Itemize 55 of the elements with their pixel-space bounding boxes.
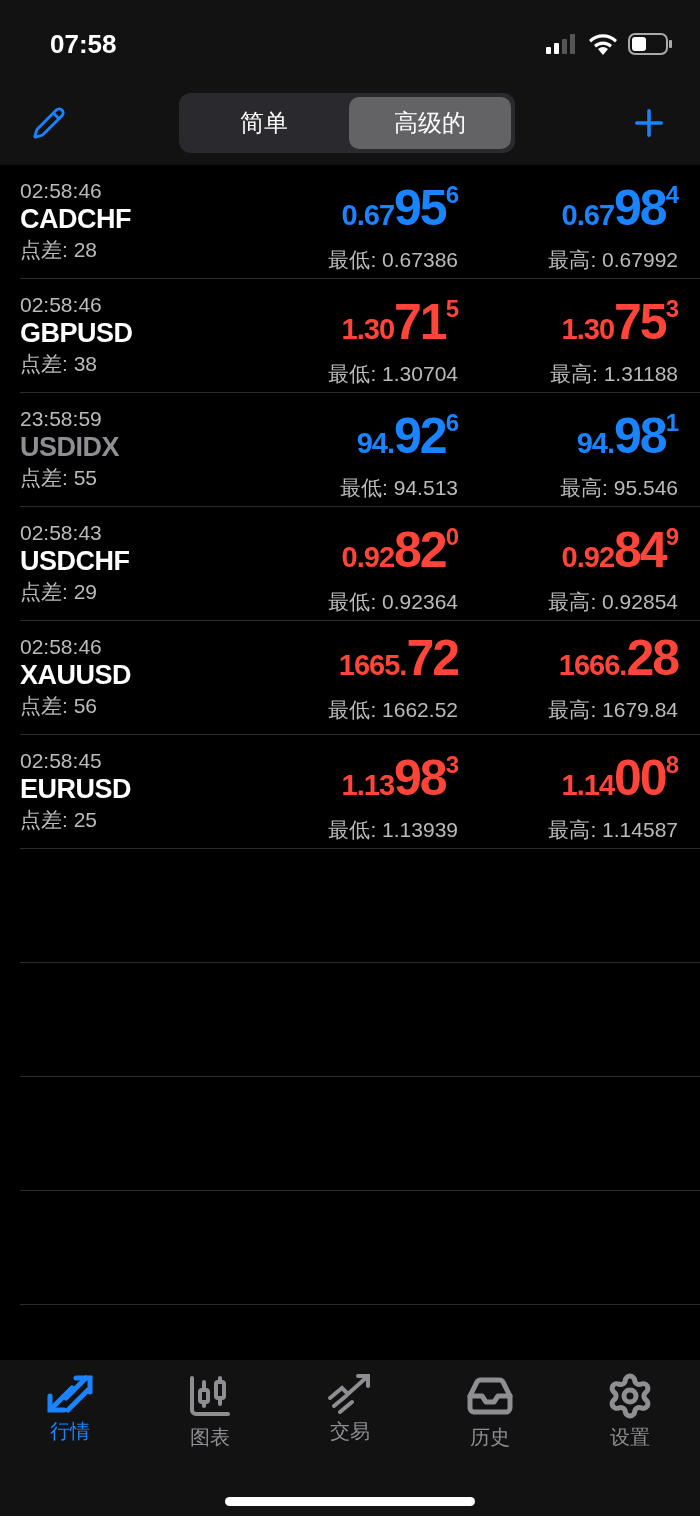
arrows-icon (46, 1372, 94, 1414)
low-price: 最低: 0.92364 (328, 589, 458, 615)
symbol-name[interactable]: CADCHF (20, 204, 238, 235)
edit-icon[interactable] (32, 105, 66, 140)
battery-icon (628, 33, 672, 55)
wifi-icon (588, 33, 618, 55)
low-price: 最低: 0.67386 (328, 247, 458, 273)
tab-bar-item[interactable]: 历史 (420, 1372, 560, 1451)
tab-bar-item[interactable]: 设置 (560, 1372, 700, 1451)
spread-text: 点差: 38 (20, 351, 99, 377)
low-price: 最低: 1662.52 (328, 696, 458, 723)
bid-price: 1.1398$^{3}$ (341, 749, 458, 808)
bid-price: 0.6795$^{6}$ (341, 179, 458, 238)
quote-time: 02:58:45 (20, 749, 103, 773)
ask-price: 1.1400$^{8}$ (561, 749, 678, 808)
tab-bar-item[interactable]: 交易 (280, 1372, 420, 1451)
quote-time: 02:58:43 (20, 521, 103, 545)
spread-text: 点差: 55 (20, 465, 99, 491)
symbol-name[interactable]: GBPUSD (20, 318, 238, 349)
bid-price: 1665.72 (338, 631, 458, 688)
quote-time: 23:58:59 (20, 407, 103, 431)
low-price: 最低: 1.13939 (328, 817, 458, 843)
spread-text: 点差: 29 (20, 579, 99, 605)
ask-price: 94.98$^{1}$ (576, 407, 678, 466)
ask-price: 0.6798$^{4}$ (561, 179, 678, 238)
bid-price: 94.92$^{6}$ (356, 407, 458, 466)
low-price: 最低: 94.513 (340, 475, 458, 501)
segment-tab[interactable]: 简单 (183, 96, 345, 149)
symbol-name[interactable]: USDCHF (20, 546, 238, 577)
tab-bar-item[interactable]: 图表 (140, 1372, 280, 1451)
high-price: 最高: 95.546 (560, 475, 678, 501)
bid-price: 0.9282$^{0}$ (341, 521, 458, 580)
spread-text: 点差: 28 (20, 237, 99, 263)
high-price: 最高: 1679.84 (548, 696, 678, 723)
symbol-name[interactable]: EURUSD (20, 774, 238, 805)
high-price: 最高: 1.31188 (549, 361, 678, 387)
low-price: 最低: 1.30704 (328, 361, 458, 387)
symbol-name[interactable]: USDIDX (20, 432, 238, 463)
status-time: 07:58 (50, 28, 117, 60)
spread-text: 点差: 56 (20, 693, 99, 719)
tab-bar-item[interactable]: 行情 (0, 1372, 140, 1451)
quote-time: 02:58:46 (20, 179, 103, 203)
quote-time: 02:58:46 (20, 635, 103, 659)
signal-icon (546, 34, 578, 54)
bid-price: 1.3071$^{5}$ (341, 293, 458, 352)
ask-price: 0.9284$^{9}$ (561, 521, 678, 580)
segment-tab[interactable]: 高级的 (349, 96, 511, 149)
high-price: 最高: 1.14587 (548, 817, 678, 843)
high-price: 最高: 0.92854 (548, 589, 678, 615)
ask-price: 1.3075$^{3}$ (561, 293, 678, 352)
high-price: 最高: 0.67992 (548, 247, 678, 273)
ask-price: 1666.28 (558, 631, 678, 688)
symbol-name[interactable]: XAUUSD (20, 660, 238, 691)
quote-time: 02:58:46 (20, 293, 103, 317)
spread-text: 点差: 25 (20, 807, 99, 833)
